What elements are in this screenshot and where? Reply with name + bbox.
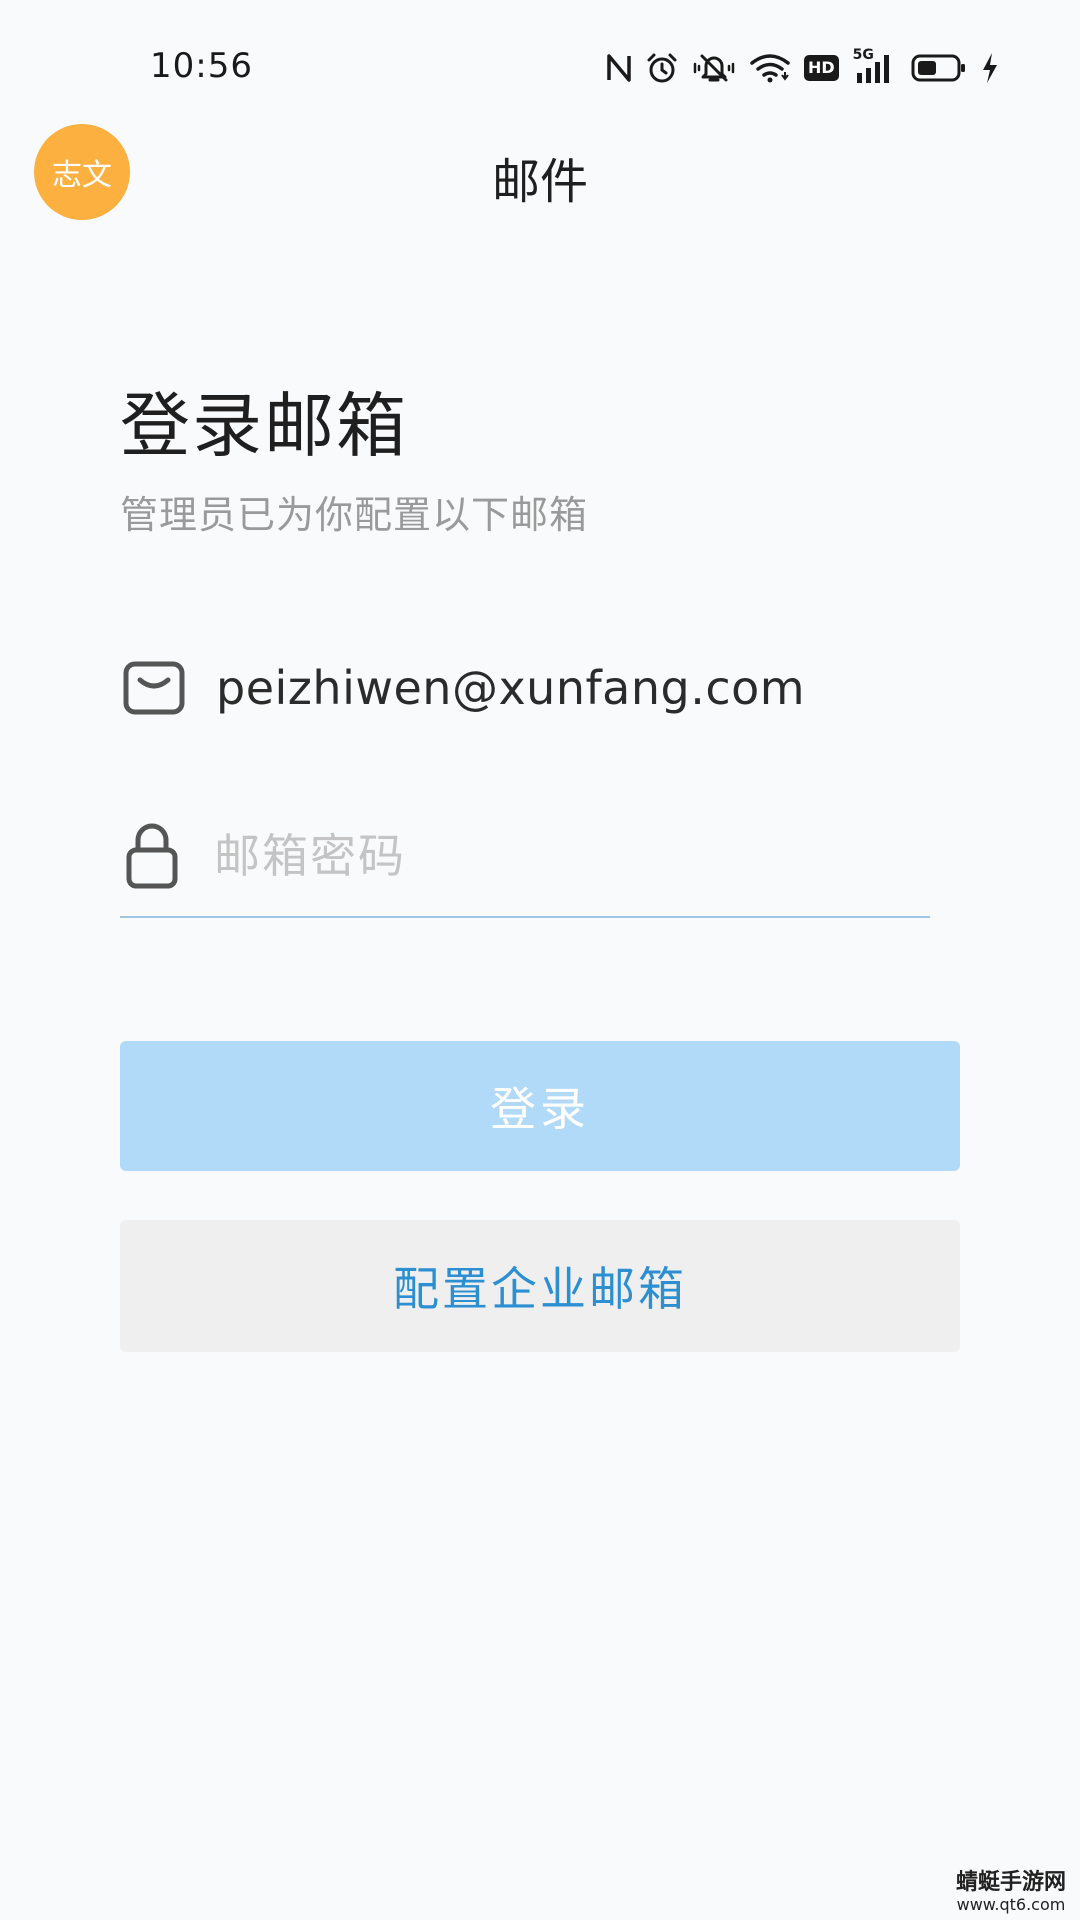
page-title: 邮件 (491, 154, 588, 210)
alarm-icon (646, 52, 678, 84)
email-address: peizhiwen@xunfang.com (216, 661, 806, 715)
login-title: 登录邮箱 (120, 385, 408, 467)
charging-icon (981, 52, 999, 84)
status-bar: 10:56 HD 5G (0, 0, 1080, 130)
vibrate-icon (692, 52, 736, 84)
battery-icon (911, 53, 967, 83)
status-icons: HD 5G (606, 46, 999, 90)
mail-icon (122, 660, 186, 716)
password-input[interactable] (214, 820, 894, 892)
config-enterprise-mailbox-button[interactable]: 配置企业邮箱 (120, 1220, 960, 1352)
email-row: peizhiwen@xunfang.com (122, 656, 932, 720)
status-time: 10:56 (150, 46, 253, 86)
watermark-url: www.qt6.com (956, 1895, 1066, 1914)
signal-5g-icon: 5G (853, 47, 897, 85)
watermark: 蜻蜓手游网 www.qt6.com (956, 1870, 1066, 1914)
watermark-name: 蜻蜓手游网 (955, 1870, 1066, 1895)
login-subtitle: 管理员已为你配置以下邮箱 (120, 493, 589, 537)
lock-icon (120, 820, 184, 892)
login-button[interactable]: 登录 (120, 1041, 960, 1171)
nfc-icon (606, 53, 632, 83)
wifi-icon (750, 53, 790, 83)
password-row (120, 820, 930, 918)
hd-icon: HD (804, 55, 839, 81)
